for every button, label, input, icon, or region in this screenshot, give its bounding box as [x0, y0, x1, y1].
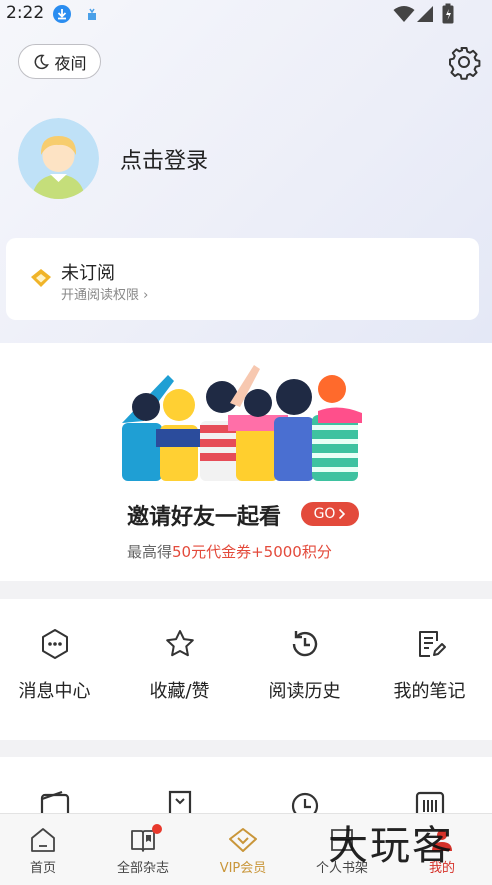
invite-banner[interactable]: 邀请好友一起看 GO 最高得50元代金券+5000积分 — [0, 343, 492, 581]
app-notification-icon — [88, 8, 96, 20]
quick-action-favorites[interactable]: 收藏/赞 — [118, 627, 241, 717]
battery-icon — [442, 3, 454, 24]
quick-action-label: 收藏/赞 — [149, 681, 210, 702]
vip-icon — [229, 828, 257, 852]
subscription-subtitle[interactable]: 开通阅读权限 › — [61, 284, 148, 303]
friends-illustration — [122, 365, 362, 481]
night-mode-button[interactable]: 夜间 — [18, 44, 101, 79]
wifi-icon — [393, 6, 415, 22]
quick-actions: 消息中心 收藏/赞 阅读历史 我的笔记 — [0, 599, 492, 740]
invite-title: 邀请好友一起看 — [127, 505, 282, 530]
home-icon — [31, 828, 55, 852]
nav-label: 首页 — [29, 861, 56, 876]
go-label: GO — [313, 506, 336, 522]
login-link[interactable]: 点击登录 — [120, 143, 208, 175]
download-icon — [53, 5, 71, 23]
chevron-right-icon: › — [139, 288, 149, 303]
nav-vip[interactable]: VIP会员 — [193, 814, 293, 885]
quick-action-notes[interactable]: 我的笔记 — [368, 627, 491, 717]
status-bar: 2:22 — [0, 0, 492, 28]
moon-icon — [35, 54, 50, 69]
quick-action-label: 消息中心 — [18, 681, 91, 702]
nav-all-magazines[interactable]: 全部杂志 — [93, 814, 193, 885]
night-mode-label: 夜间 — [54, 53, 87, 73]
quick-action-label: 阅读历史 — [268, 681, 341, 702]
chevron-right-icon — [339, 508, 346, 520]
subscription-title: 未订阅 — [61, 263, 115, 284]
quick-action-history[interactable]: 阅读历史 — [243, 627, 366, 717]
more-actions-row — [0, 757, 492, 819]
subscription-card[interactable]: 未订阅 开通阅读权限 › — [6, 238, 479, 320]
note-icon — [418, 631, 446, 657]
invite-reward-highlight: 50元代金券+5000积分 — [172, 543, 332, 561]
nav-label: VIP会员 — [219, 861, 267, 876]
nav-home[interactable]: 首页 — [0, 814, 93, 885]
settings-gear-icon[interactable] — [446, 44, 482, 80]
message-icon — [41, 629, 68, 659]
new-badge-dot — [152, 824, 162, 834]
avatar[interactable] — [18, 118, 99, 199]
go-button[interactable]: GO — [301, 502, 359, 526]
star-icon — [165, 630, 194, 657]
signal-icon — [417, 6, 433, 22]
nav-label: 全部杂志 — [116, 861, 169, 876]
quick-action-label: 我的笔记 — [393, 681, 466, 702]
watermark: 大玩客 — [328, 823, 454, 869]
status-time: 2:22 — [6, 3, 45, 23]
history-icon — [292, 631, 317, 657]
quick-action-messages[interactable]: 消息中心 — [0, 627, 116, 717]
invite-reward-text: 最高得50元代金券+5000积分 — [127, 543, 332, 561]
vip-diamond-icon — [31, 269, 51, 287]
